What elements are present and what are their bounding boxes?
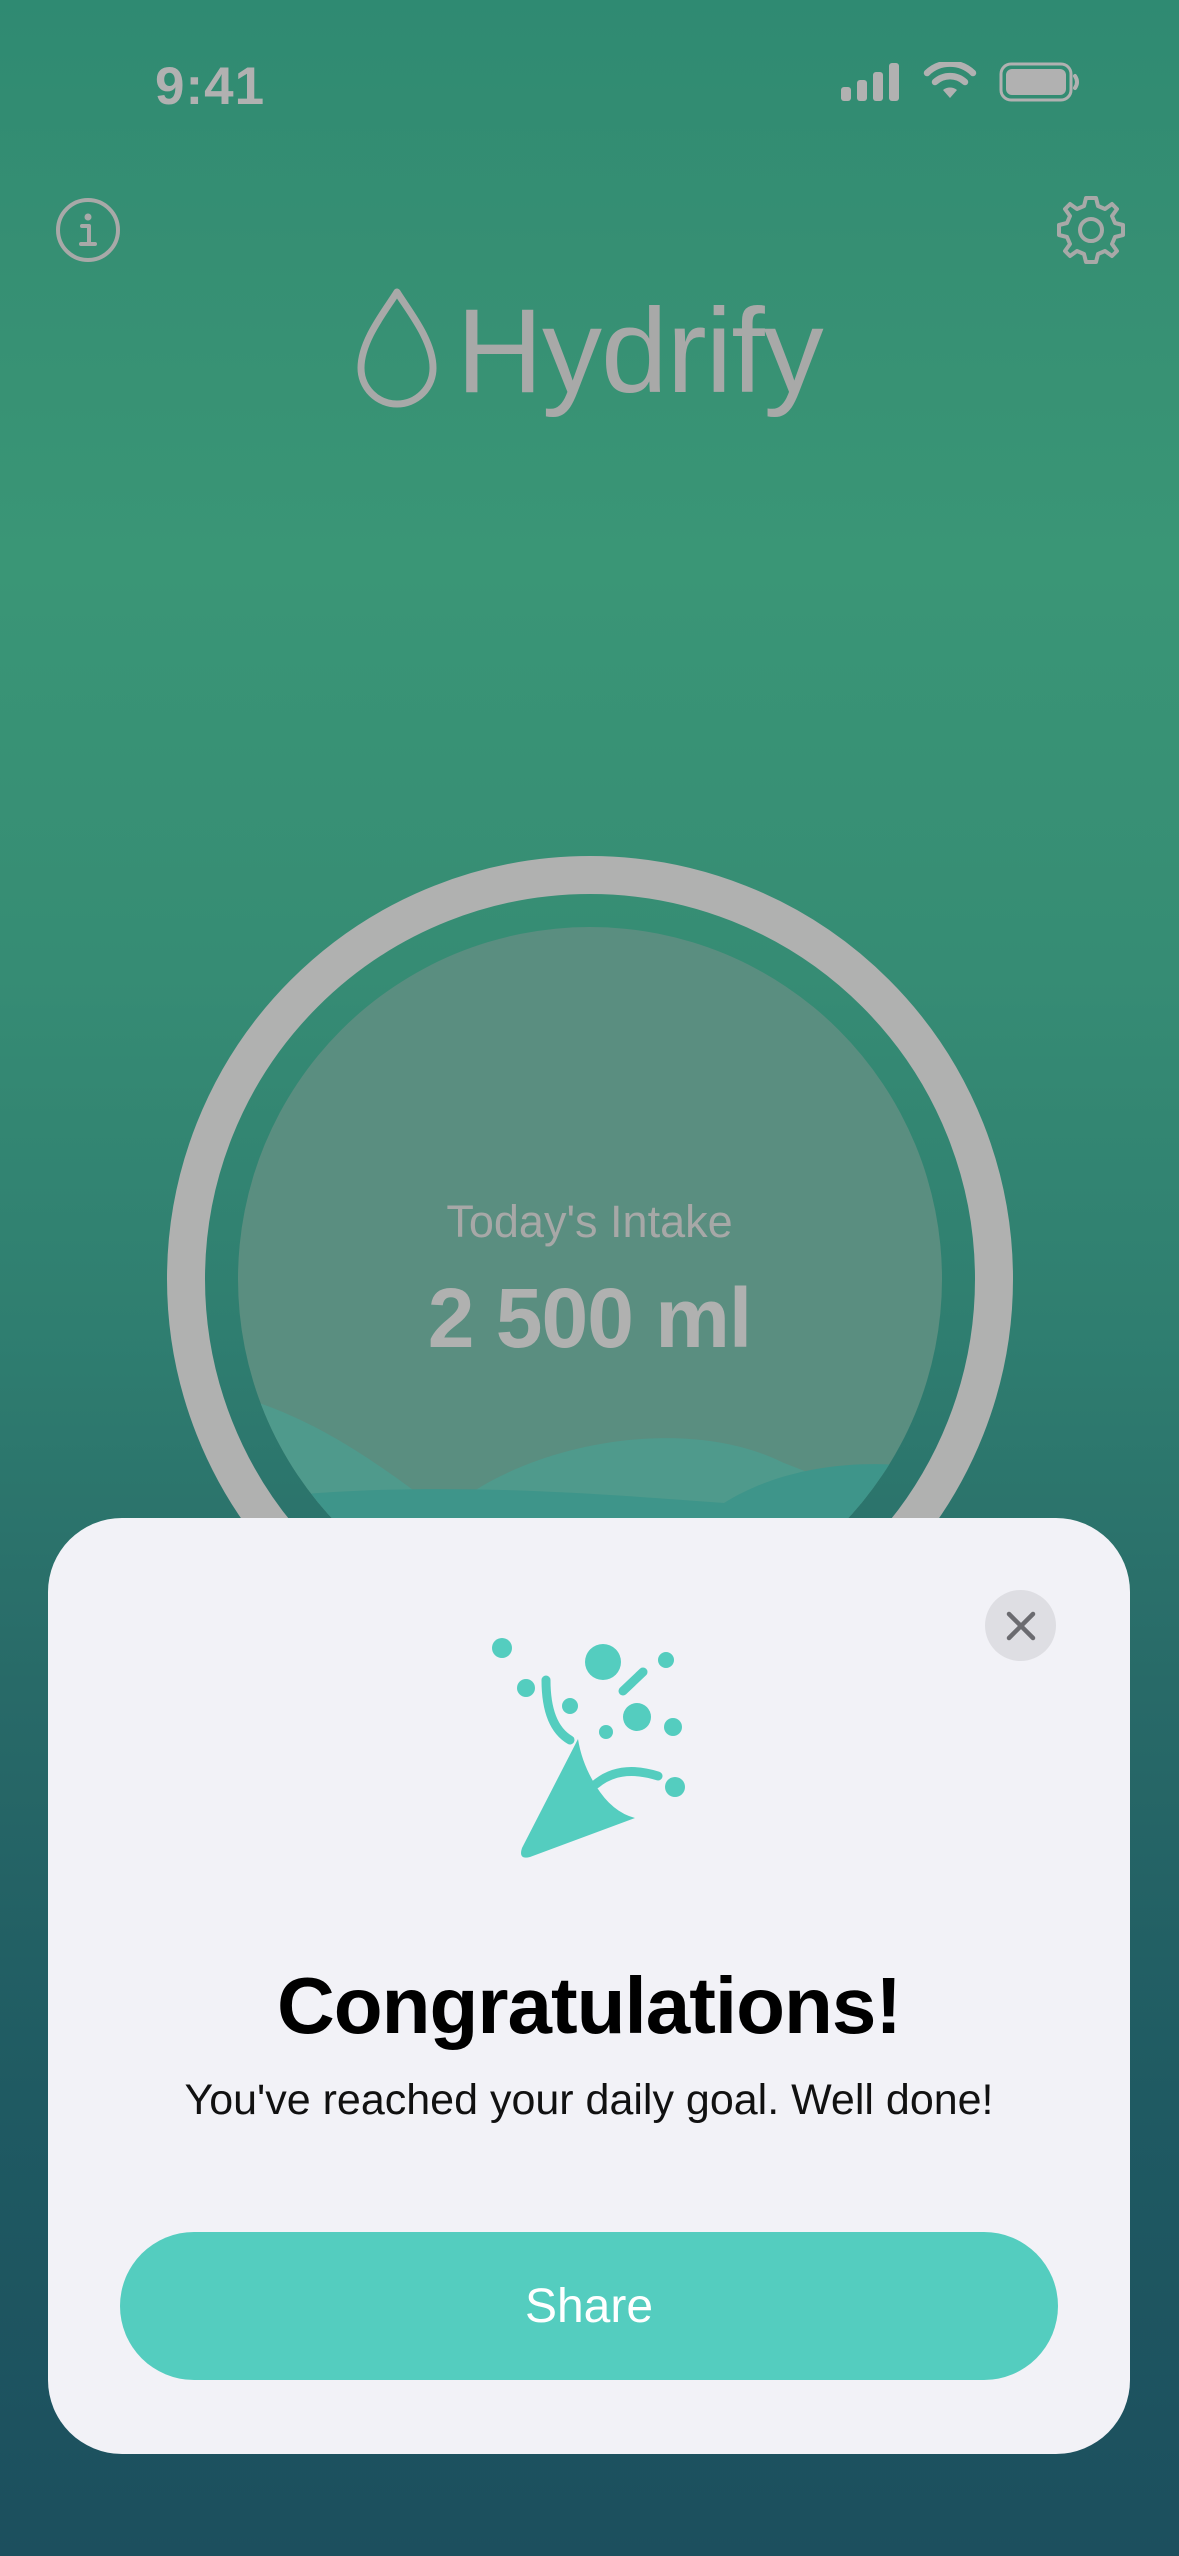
status-icons	[841, 62, 1081, 102]
status-bar: 9:41	[0, 0, 1179, 170]
water-drop-icon	[357, 288, 437, 408]
close-icon	[1006, 1611, 1035, 1640]
goal-message: You've reached your daily goal. Well don…	[184, 2076, 994, 2124]
party-popper-icon	[492, 1638, 685, 1858]
brand-logo: Hydrify	[0, 282, 1179, 420]
intake-label: Today's Intake	[446, 1196, 733, 1247]
intake-value: 2 500 ml	[427, 1271, 753, 1365]
info-icon	[56, 198, 120, 262]
share-button-label: Share	[524, 2279, 654, 2333]
status-time: 9:41	[155, 57, 266, 116]
close-button[interactable]	[985, 1590, 1056, 1661]
info-button[interactable]	[50, 192, 126, 268]
share-button[interactable]: Share	[120, 2232, 1058, 2380]
wifi-icon	[923, 62, 977, 98]
cellular-signal-icon	[841, 63, 899, 101]
settings-button[interactable]	[1053, 192, 1129, 268]
gear-icon	[1057, 196, 1125, 264]
congratulations-title: Congratulations!	[277, 1961, 902, 2050]
goal-reached-sheet: Congratulations! You've reached your dai…	[48, 1518, 1130, 2454]
battery-icon	[999, 62, 1079, 102]
app-name: Hydrify	[456, 284, 823, 418]
